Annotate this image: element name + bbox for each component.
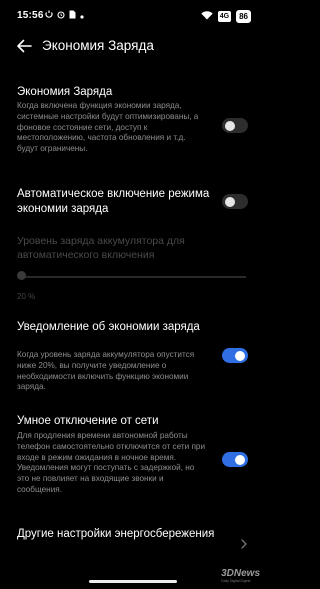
battery-saver-title: Экономия Заряда xyxy=(17,86,113,98)
network-badge: 4G xyxy=(217,11,232,22)
status-right-icons: 4G 86 xyxy=(201,10,251,23)
battery-level-label: Уровень заряда аккумулятора для автомати… xyxy=(17,235,185,261)
saver-notification-description: Когда уровень заряда аккумулятора опусти… xyxy=(17,350,195,392)
toggle-knob xyxy=(235,350,245,361)
chevron-right-icon[interactable] xyxy=(240,536,248,549)
battery-level-slider-thumb[interactable] xyxy=(17,271,26,280)
watermark-tagline: Daily Digital Digest xyxy=(221,579,251,583)
battery-saver-toggle[interactable] xyxy=(222,118,248,133)
toggle-knob xyxy=(225,120,235,131)
other-power-settings-title[interactable]: Другие настройки энергосбережения xyxy=(17,527,217,542)
status-bar: 15:56 4G 86 xyxy=(0,0,265,26)
battery-level-value: 20 % xyxy=(17,292,36,301)
smart-disconnect-description: Для продления времени автономной работы … xyxy=(17,431,206,494)
auto-enable-title: Автоматическое включение режима экономии… xyxy=(17,188,210,215)
status-time: 15:56 xyxy=(17,10,44,21)
battery-saver-description: Когда включена функция экономии заряда, … xyxy=(17,101,199,154)
top-app-bar: Экономия Заряда xyxy=(0,32,265,62)
toggle-knob xyxy=(235,454,245,465)
wifi-icon xyxy=(201,11,213,22)
back-arrow-icon[interactable] xyxy=(16,39,32,53)
toggle-knob xyxy=(225,196,235,207)
alarm-icon xyxy=(57,10,65,21)
status-left-icons xyxy=(45,10,84,21)
home-indicator[interactable] xyxy=(89,580,177,583)
saver-notification-toggle[interactable] xyxy=(222,348,248,363)
page-title: Экономия Заряда xyxy=(42,38,154,53)
sim-icon xyxy=(69,10,76,21)
watermark-logo: 3DNews Daily Digital Digest xyxy=(221,568,260,583)
saver-notification-title: Уведомление об экономии заряда xyxy=(17,321,200,333)
battery-level-slider-track[interactable] xyxy=(20,276,246,278)
auto-enable-toggle[interactable] xyxy=(222,194,248,209)
smart-disconnect-title: Умное отключение от сети xyxy=(17,415,159,427)
dot-icon xyxy=(80,11,84,21)
smart-disconnect-toggle[interactable] xyxy=(222,452,248,467)
sync-icon xyxy=(45,10,53,21)
battery-indicator: 86 xyxy=(236,10,251,23)
watermark-logo-text: 3DNews xyxy=(221,568,260,579)
